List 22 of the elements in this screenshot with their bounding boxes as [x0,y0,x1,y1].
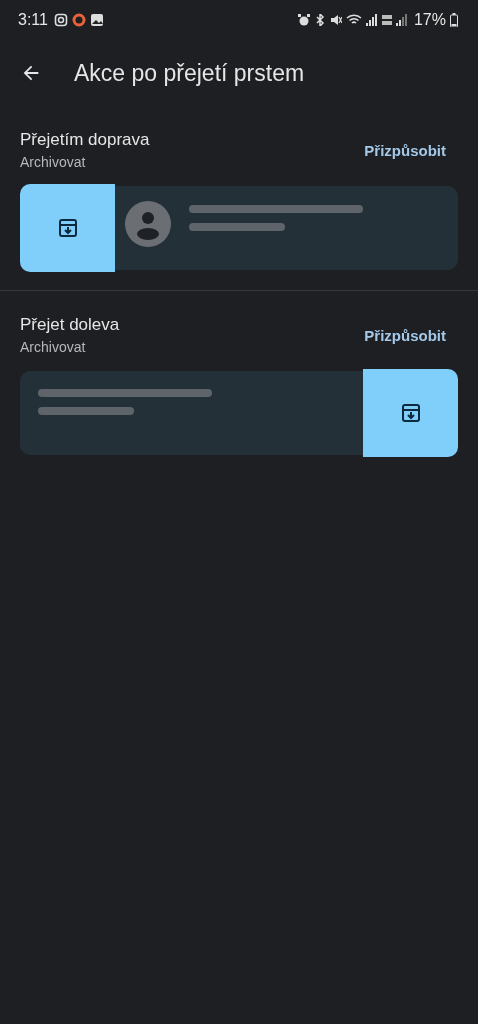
customize-button[interactable]: Přizpůsobit [352,322,458,348]
bluetooth-icon [313,14,326,26]
mute-icon [329,14,342,26]
signal-icon [395,14,408,26]
status-time: 3:11 [18,11,48,29]
section-subtitle: Archivovat [20,154,87,170]
wifi-icon [345,14,362,26]
section-title: Přejetím doprava [20,130,150,150]
customize-button[interactable]: Přizpůsobit [352,137,458,163]
camera-icon [53,13,68,27]
image-icon [89,13,104,27]
battery-icon [450,13,458,27]
archive-icon [57,218,78,238]
battery-percent: 17% [413,11,446,29]
section-title: Přejet doleva [20,315,120,335]
archive-icon [400,403,421,423]
ring-icon [71,13,86,27]
signal-icon [365,14,378,26]
alarm-icon [297,14,310,26]
avatar-icon [125,201,171,247]
section-subtitle: Archivovat [20,339,87,355]
screen-title: Akce po přejetí prstem [74,59,305,87]
